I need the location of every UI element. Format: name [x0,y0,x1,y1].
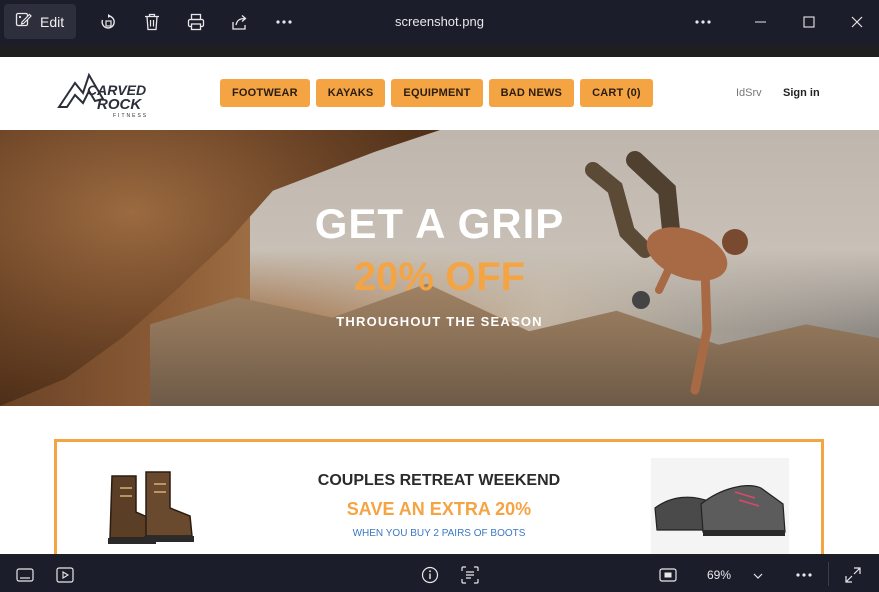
nav-equipment[interactable]: EQUIPMENT [391,79,483,107]
viewer-toolbar: Edit screenshot.png [0,0,879,45]
fit-to-window-icon[interactable] [659,566,677,584]
close-icon[interactable] [847,12,867,32]
edit-button[interactable]: Edit [4,4,76,39]
file-name-title: screenshot.png [395,14,484,29]
hiking-shoes-image [651,458,789,554]
filmstrip-icon[interactable] [16,566,34,584]
edit-icon [15,11,32,32]
share-icon[interactable] [230,12,250,32]
print-icon[interactable] [186,12,206,32]
hero-discount: 20% OFF [353,255,526,299]
delete-icon[interactable] [142,12,162,32]
fullscreen-icon[interactable] [844,566,862,584]
rotate-icon[interactable] [98,12,118,32]
main-nav: FOOTWEAR KAYAKS EQUIPMENT BAD NEWS CART … [220,79,653,107]
scan-text-icon[interactable] [461,566,479,584]
nav-cart[interactable]: CART (0) [580,79,653,107]
minimize-icon[interactable] [751,12,771,32]
idsrv-link[interactable]: IdSrv [736,87,762,99]
maximize-icon[interactable] [799,12,819,32]
viewer-bottom-bar: 69% [0,556,879,592]
chevron-down-icon [753,568,763,582]
site-header: CARVED ROCK FITNESS FOOTWEAR KAYAKS EQUI… [0,57,879,130]
slideshow-icon[interactable] [56,566,74,584]
hero-banner: GET A GRIP 20% OFF THROUGHOUT THE SEASON [0,130,879,406]
promo-card[interactable]: COUPLES RETREAT WEEKEND SAVE AN EXTRA 20… [54,439,824,554]
nav-footwear[interactable]: FOOTWEAR [220,79,310,107]
photo-viewer-window: Edit screenshot.png CARVED ROCK FITNESS … [0,0,879,592]
zoom-level: 69% [707,568,732,582]
svg-text:FITNESS: FITNESS [113,113,148,119]
image-canvas: CARVED ROCK FITNESS FOOTWEAR KAYAKS EQUI… [0,57,879,554]
bottom-more-icon[interactable] [795,566,813,584]
edit-label: Edit [40,13,65,30]
window-more-icon[interactable] [693,12,713,32]
sign-in-link[interactable]: Sign in [783,87,820,99]
carved-rock-logo[interactable]: CARVED ROCK FITNESS [57,69,167,119]
nav-bad-news[interactable]: BAD NEWS [488,79,575,107]
bottom-divider [828,562,829,586]
more-options-icon[interactable] [274,12,294,32]
zoom-dropdown[interactable]: 69% [697,564,775,586]
nav-kayaks[interactable]: KAYAKS [315,79,386,107]
svg-text:ROCK: ROCK [97,96,142,113]
hero-subline: THROUGHOUT THE SEASON [336,314,543,329]
info-icon[interactable] [421,566,439,584]
hero-headline: GET A GRIP [314,200,565,247]
